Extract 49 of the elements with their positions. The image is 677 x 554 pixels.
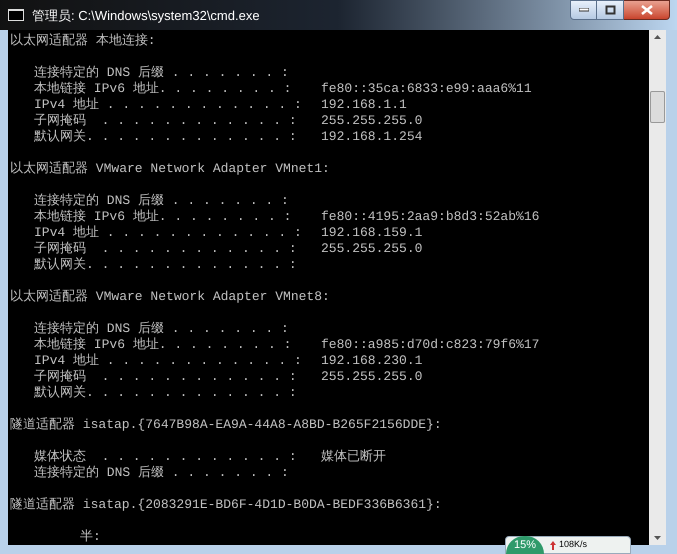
field-label: 默认网关. . . . . . . . . . . . . : <box>34 257 298 273</box>
scrollbar[interactable] <box>649 30 666 545</box>
field-label: IPv4 地址 . . . . . . . . . . . . : <box>34 97 303 113</box>
field-label: IPv4 地址 . . . . . . . . . . . . : <box>34 225 303 241</box>
window-title: 管理员: C:\Windows\system32\cmd.exe <box>32 7 260 25</box>
field-label: 媒体状态 . . . . . . . . . . . . : <box>34 449 298 465</box>
field-value: fe80::a985:d70d:c823:79f6%17 <box>321 337 540 353</box>
field-label: 本地链接 IPv6 地址. . . . . . . . : <box>34 337 292 353</box>
field-value: 192.168.159.1 <box>321 225 422 241</box>
network-speed: 108K/s <box>559 538 588 552</box>
scroll-down-icon <box>654 536 661 540</box>
field-value: 255.255.255.0 <box>321 241 422 257</box>
field-label: 本地链接 IPv6 地址. . . . . . . . : <box>34 81 292 97</box>
field-value: fe80::4195:2aa9:b8d3:52ab%16 <box>321 209 540 225</box>
field-label: 子网掩码 . . . . . . . . . . . . : <box>34 369 298 385</box>
scroll-up-icon <box>654 35 661 39</box>
partial-output: 半: <box>80 529 101 545</box>
field-label: 子网掩码 . . . . . . . . . . . . : <box>34 113 298 129</box>
field-label: 连接特定的 DNS 后缀 . . . . . . . : <box>34 321 290 337</box>
adapter-heading: 隧道适配器 isatap.{2083291E-BD6F-4D1D-B0DA-BEDF336B6361}: <box>10 497 443 513</box>
field-label: 连接特定的 DNS 后缀 . . . . . . . : <box>34 193 290 209</box>
field-value: 192.168.230.1 <box>321 353 422 369</box>
adapter-heading: 隧道适配器 isatap.{7647B98A-EA9A-44A8-A8BD-B265F2156DDE}: <box>10 417 443 433</box>
minimize-icon <box>578 8 588 12</box>
minimize-button[interactable] <box>570 0 597 20</box>
field-label: 默认网关. . . . . . . . . . . . . : <box>34 129 298 145</box>
adapter-heading: 以太网适配器 VMware Network Adapter VMnet8: <box>10 289 331 305</box>
field-label: 连接特定的 DNS 后缀 . . . . . . . : <box>34 65 290 81</box>
field-label: 本地链接 IPv6 地址. . . . . . . . : <box>34 209 292 225</box>
field-value: 192.168.1.254 <box>321 129 422 145</box>
console-icon <box>8 9 24 21</box>
field-value: 255.255.255.0 <box>321 113 422 129</box>
field-value: fe80::35ca:6833:e99:aaa6%11 <box>321 81 532 97</box>
field-label: 连接特定的 DNS 后缀 . . . . . . . : <box>34 465 290 481</box>
field-value: 媒体已断开 <box>321 449 386 465</box>
restore-icon <box>604 5 616 15</box>
close-button[interactable] <box>624 0 670 20</box>
maximize-button[interactable] <box>597 0 624 20</box>
upload-arrow-icon <box>550 540 556 550</box>
field-label: IPv4 地址 . . . . . . . . . . . . : <box>34 353 303 369</box>
field-label: 子网掩码 . . . . . . . . . . . . : <box>34 241 298 257</box>
scroll-thumb[interactable] <box>650 91 665 123</box>
adapter-heading: 以太网适配器 VMware Network Adapter VMnet1: <box>10 161 331 177</box>
close-icon <box>640 5 652 15</box>
field-label: 默认网关. . . . . . . . . . . . . : <box>34 385 298 401</box>
cpu-percent: 15% <box>506 536 544 554</box>
adapter-heading: 以太网适配器 本地连接: <box>10 33 157 49</box>
field-value: 255.255.255.0 <box>321 369 422 385</box>
field-value: 192.168.1.1 <box>321 97 407 113</box>
